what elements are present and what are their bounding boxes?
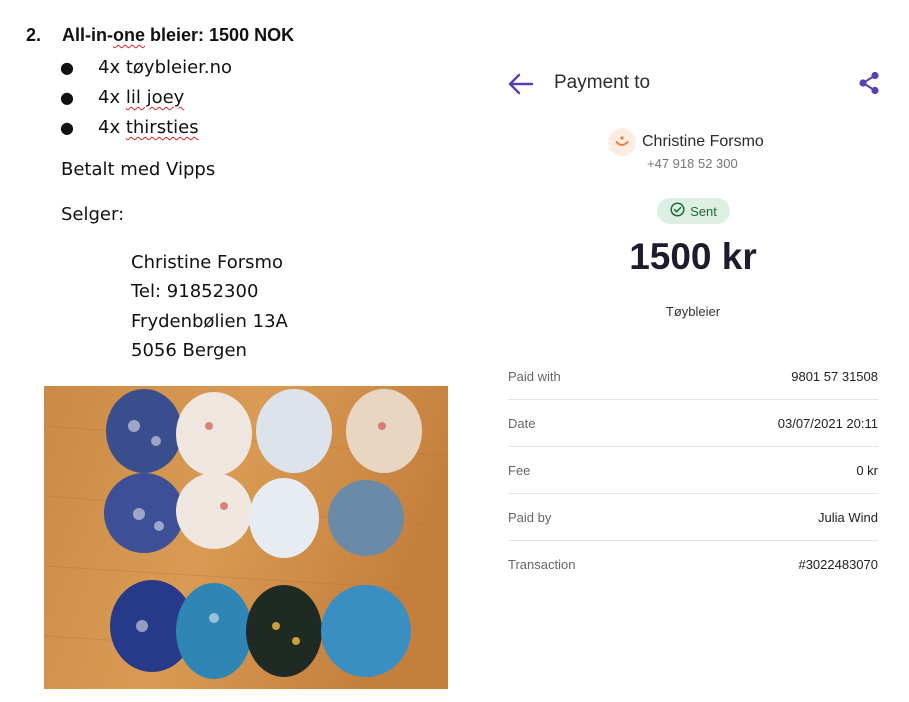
seller-name: Christine Forsmo: [131, 252, 284, 273]
seller-street: Frydenbølien 13A: [131, 310, 288, 332]
payment-method-text: Betalt med Vipps: [61, 159, 216, 180]
item-list: ● 4x tøybleier.no ● 4x lil joey ● 4x thi…: [60, 54, 232, 144]
list-item-text: tøybleier.no: [125, 57, 233, 78]
detail-row: Transaction #3022483070: [508, 541, 878, 588]
detail-row: Fee 0 kr: [508, 447, 878, 494]
recipient-phone: +47 918 52 300: [647, 156, 738, 171]
diapers-photo: [44, 386, 448, 689]
seller-label: Selger:: [61, 204, 125, 225]
list-item-text: lil joey: [125, 87, 185, 108]
status-badge: Sent: [657, 198, 730, 224]
share-icon[interactable]: [858, 71, 880, 95]
detail-label: Transaction: [508, 557, 576, 572]
detail-label: Paid by: [508, 509, 552, 525]
detail-value: 0 kr: [856, 462, 878, 478]
detail-value: Julia Wind: [818, 509, 878, 525]
bullet-icon: ●: [60, 88, 74, 107]
list-item-prefix: 4x: [98, 57, 121, 78]
payment-receipt: Payment to Christine Forsmo +47 918 52 3…: [490, 0, 909, 702]
bullet-icon: ●: [60, 58, 74, 77]
seller-city: 5056 Bergen: [131, 339, 247, 361]
detail-label: Fee: [508, 462, 531, 478]
payment-amount: 1500 kr: [629, 236, 757, 277]
document-page: 2. All-in-one bleier: 1500 NOK ● 4x tøybl…: [0, 0, 470, 702]
detail-row: Paid with 9801 57 31508: [508, 353, 878, 400]
seller-address: Christine Forsmo Tel: 91852300 Frydenbøl…: [131, 248, 288, 365]
detail-value: #3022483070: [798, 557, 878, 572]
list-item-text: thirsties: [125, 117, 199, 138]
seller-phone: Tel: 91852300: [131, 281, 259, 303]
payment-message: Tøybleier: [665, 304, 721, 319]
list-item: ● 4x tøybleier.no: [60, 54, 232, 84]
heading-part-3: bleier: 1500 NOK: [145, 25, 295, 45]
detail-label: Paid with: [508, 368, 561, 384]
detail-value: 9801 57 31508: [791, 368, 878, 384]
page-title: Payment to: [554, 72, 651, 93]
heading-part-2: one: [113, 25, 146, 45]
vipps-smile-icon: [608, 128, 636, 156]
detail-row: Date 03/07/2021 20:11: [508, 400, 878, 447]
item-number: 2.: [26, 25, 42, 45]
list-item-prefix: 4x: [98, 117, 121, 138]
item-heading: 2. All-in-one bleier: 1500 NOK: [26, 25, 294, 46]
list-item: ● 4x thirsties: [60, 114, 232, 144]
payment-details: Paid with 9801 57 31508 Date 03/07/2021 …: [508, 353, 878, 588]
check-circle-icon: [670, 202, 685, 220]
status-text: Sent: [690, 203, 717, 219]
recipient-name: Christine Forsmo: [642, 133, 764, 150]
back-arrow-icon[interactable]: [508, 72, 534, 96]
list-item: ● 4x lil joey: [60, 84, 232, 114]
detail-value: 03/07/2021 20:11: [777, 415, 878, 431]
list-item-prefix: 4x: [98, 87, 121, 108]
bullet-icon: ●: [60, 118, 74, 137]
detail-label: Date: [508, 415, 536, 431]
detail-row: Paid by Julia Wind: [508, 494, 878, 541]
heading-part-1: All-in-: [62, 25, 113, 45]
